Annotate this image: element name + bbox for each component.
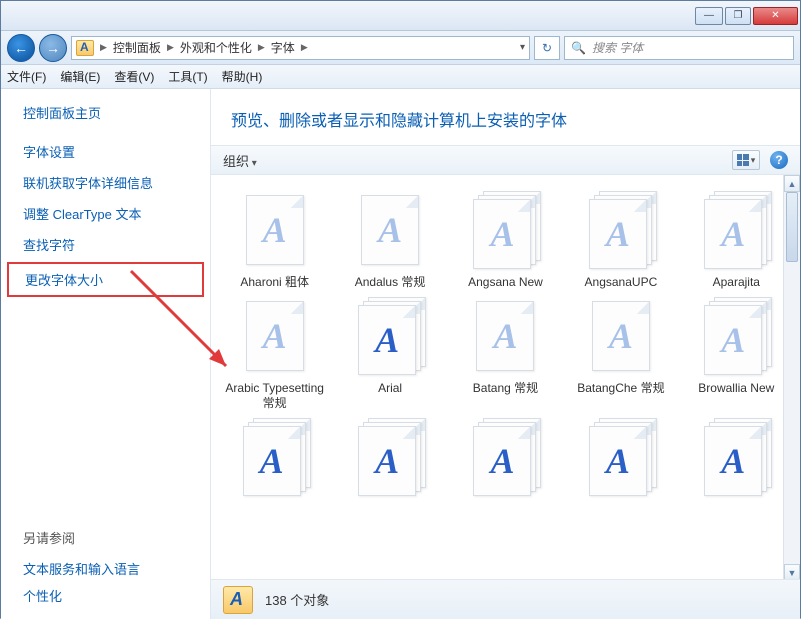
sidebar-link[interactable]: 联机获取字体详细信息 xyxy=(23,167,188,198)
font-item[interactable]: A Arabic Typesetting 常规 xyxy=(219,297,330,412)
menu-view[interactable]: 查看(V) xyxy=(114,68,154,85)
font-thumb: AAA xyxy=(469,418,541,496)
font-item[interactable]: A Andalus 常规 xyxy=(334,191,445,291)
font-item[interactable]: AAA xyxy=(334,418,445,502)
sidebar: 控制面板主页 字体设置 联机获取字体详细信息 调整 ClearType 文本 查… xyxy=(1,89,211,619)
object-count: 138 个对象 xyxy=(265,590,329,609)
font-item[interactable]: AAA AngsanaUPC xyxy=(565,191,676,291)
font-thumb: AAA xyxy=(700,418,772,496)
sidebar-footer-link[interactable]: 个性化 xyxy=(1,582,210,609)
vertical-scrollbar[interactable]: ▲ ▼ xyxy=(783,175,800,581)
font-thumb: AAA xyxy=(585,191,657,269)
menu-tools[interactable]: 工具(T) xyxy=(168,68,207,85)
font-thumb: AAA xyxy=(354,297,426,375)
fonts-folder-icon xyxy=(223,586,253,614)
sidebar-link[interactable]: 字体设置 xyxy=(23,136,188,167)
font-thumb: A xyxy=(585,297,657,375)
close-button[interactable]: ✕ xyxy=(753,7,798,25)
sidebar-link[interactable]: 查找字符 xyxy=(23,229,188,260)
sidebar-footer-link[interactable]: 文本服务和输入语言 xyxy=(1,555,210,582)
font-thumb: AAA xyxy=(700,191,772,269)
fade-overlay xyxy=(211,555,786,581)
thumbnails-icon xyxy=(737,154,749,166)
back-button[interactable]: ← xyxy=(7,34,35,62)
sidebar-link[interactable]: 调整 ClearType 文本 xyxy=(23,198,188,229)
font-label: Aharoni 粗体 xyxy=(240,275,309,291)
chevron-right-icon: ▶ xyxy=(167,42,174,53)
search-placeholder: 搜索 字体 xyxy=(592,39,643,56)
font-thumb: AAA xyxy=(239,418,311,496)
font-item[interactable]: AAA xyxy=(450,418,561,502)
menu-help[interactable]: 帮助(H) xyxy=(222,68,263,85)
font-label: Arial xyxy=(378,381,402,397)
breadcrumb[interactable]: 控制面板 xyxy=(113,39,161,56)
font-thumb: AAA xyxy=(585,418,657,496)
search-icon: 🔍 xyxy=(571,41,586,55)
font-item[interactable]: AAA Angsana New xyxy=(450,191,561,291)
font-thumb: A xyxy=(469,297,541,375)
dropdown-icon[interactable]: ▾ xyxy=(520,42,525,53)
font-item[interactable]: AAA xyxy=(681,418,792,502)
forward-button[interactable]: → xyxy=(39,34,67,62)
body: 控制面板主页 字体设置 联机获取字体详细信息 调整 ClearType 文本 查… xyxy=(1,89,800,619)
chevron-down-icon: ▾ xyxy=(751,155,756,166)
breadcrumb[interactable]: 外观和个性化 xyxy=(180,39,252,56)
font-item[interactable]: A Batang 常规 xyxy=(450,297,561,412)
search-input[interactable]: 🔍 搜索 字体 xyxy=(564,36,794,60)
font-item[interactable]: AAA xyxy=(565,418,676,502)
font-item[interactable]: AAA xyxy=(219,418,330,502)
font-thumb: AAA xyxy=(700,297,772,375)
font-label: Angsana New xyxy=(468,275,543,291)
font-item[interactable]: A Aharoni 粗体 xyxy=(219,191,330,291)
font-label: Browallia New xyxy=(698,381,774,397)
font-item[interactable]: AAA Arial xyxy=(334,297,445,412)
page-title: 预览、删除或者显示和隐藏计算机上安装的字体 xyxy=(211,89,800,145)
font-thumb: AAA xyxy=(354,418,426,496)
refresh-button[interactable]: ↻ xyxy=(534,36,560,60)
organize-button[interactable]: 组织 xyxy=(223,151,257,170)
status-bar: 138 个对象 xyxy=(211,579,800,619)
font-label: BatangChe 常规 xyxy=(577,381,664,397)
font-grid: AAharoni 粗体AAndalus 常规AAAAngsana NewAAAA… xyxy=(211,175,800,502)
menubar: 文件(F) 编辑(E) 查看(V) 工具(T) 帮助(H) xyxy=(1,65,800,89)
chevron-right-icon: ▶ xyxy=(301,42,308,53)
window: — ❐ ✕ ← → ▶ 控制面板 ▶ 外观和个性化 ▶ 字体 ▶ ▾ ↻ 🔍 搜… xyxy=(0,0,801,618)
control-panel-home-link[interactable]: 控制面板主页 xyxy=(23,103,188,122)
scroll-up-button[interactable]: ▲ xyxy=(784,175,800,192)
chevron-right-icon: ▶ xyxy=(100,42,107,53)
minimize-button[interactable]: — xyxy=(695,7,723,25)
toolbar: 组织 ▾ ? xyxy=(211,145,800,175)
breadcrumb[interactable]: 字体 xyxy=(271,39,295,56)
chevron-right-icon: ▶ xyxy=(258,42,265,53)
scroll-thumb[interactable] xyxy=(786,192,798,262)
highlighted-link-box: 更改字体大小 xyxy=(7,262,204,297)
font-label: Aparajita xyxy=(713,275,760,291)
font-item[interactable]: AAA Aparajita xyxy=(681,191,792,291)
font-thumb: AAA xyxy=(469,191,541,269)
font-label: Batang 常规 xyxy=(473,381,538,397)
menu-file[interactable]: 文件(F) xyxy=(7,68,46,85)
font-label: AngsanaUPC xyxy=(585,275,658,291)
menu-edit[interactable]: 编辑(E) xyxy=(60,68,100,85)
font-thumb: A xyxy=(239,297,311,375)
see-also-heading: 另请参阅 xyxy=(1,528,210,555)
font-item[interactable]: A BatangChe 常规 xyxy=(565,297,676,412)
font-grid-container: AAharoni 粗体AAndalus 常规AAAAngsana NewAAAA… xyxy=(211,175,800,619)
main-panel: 预览、删除或者显示和隐藏计算机上安装的字体 组织 ▾ ? A Aharoni 粗体… xyxy=(211,89,800,619)
maximize-button[interactable]: ❐ xyxy=(725,7,751,25)
titlebar: — ❐ ✕ xyxy=(1,1,800,31)
font-label: Arabic Typesetting 常规 xyxy=(225,381,325,412)
folder-icon xyxy=(76,40,94,56)
navbar: ← → ▶ 控制面板 ▶ 外观和个性化 ▶ 字体 ▶ ▾ ↻ 🔍 搜索 字体 xyxy=(1,31,800,65)
change-font-size-link[interactable]: 更改字体大小 xyxy=(25,268,186,291)
font-item[interactable]: AAA Browallia New xyxy=(681,297,792,412)
font-label: Andalus 常规 xyxy=(355,275,426,291)
font-thumb: A xyxy=(239,191,311,269)
help-button[interactable]: ? xyxy=(770,151,788,169)
address-bar[interactable]: ▶ 控制面板 ▶ 外观和个性化 ▶ 字体 ▶ ▾ xyxy=(71,36,530,60)
view-options-button[interactable]: ▾ xyxy=(732,150,760,170)
font-thumb: A xyxy=(354,191,426,269)
